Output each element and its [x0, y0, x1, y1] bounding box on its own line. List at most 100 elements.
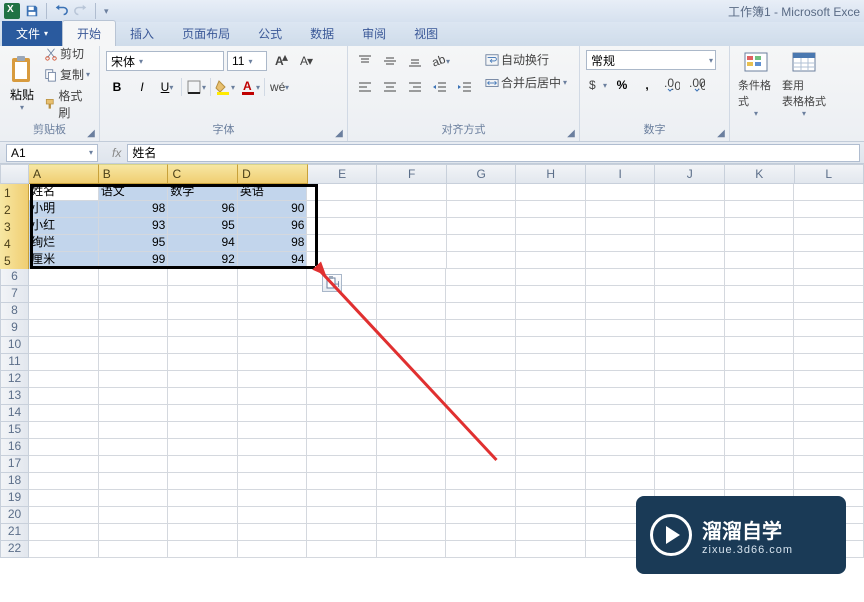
number-launcher-icon[interactable]: ◢: [715, 127, 727, 139]
cell[interactable]: [29, 269, 99, 286]
cell[interactable]: [586, 252, 656, 269]
cell[interactable]: [446, 286, 516, 303]
cell[interactable]: 92: [168, 252, 238, 269]
cell[interactable]: [29, 320, 99, 337]
cell[interactable]: [655, 456, 725, 473]
cell[interactable]: [586, 201, 656, 218]
cell[interactable]: [586, 388, 656, 405]
cell[interactable]: [99, 320, 169, 337]
cell[interactable]: [516, 507, 586, 524]
font-color-icon[interactable]: A▾: [239, 76, 261, 98]
cell[interactable]: [307, 524, 377, 541]
cell[interactable]: [238, 524, 308, 541]
cell[interactable]: [516, 456, 586, 473]
cell[interactable]: [586, 184, 656, 201]
dec-decimal-icon[interactable]: .00.0: [686, 74, 708, 96]
row-header[interactable]: 8: [0, 303, 29, 320]
cell[interactable]: [655, 473, 725, 490]
cell[interactable]: [307, 235, 377, 252]
cell[interactable]: [655, 337, 725, 354]
cell[interactable]: [447, 184, 517, 201]
paste-button[interactable]: 粘贴 ▾: [6, 54, 38, 112]
align-left-icon[interactable]: [354, 76, 376, 98]
row-header[interactable]: 21: [0, 524, 29, 541]
border-icon[interactable]: ▾: [185, 76, 207, 98]
cell[interactable]: 绚烂: [29, 235, 99, 252]
cell[interactable]: [168, 320, 238, 337]
cell[interactable]: [99, 541, 169, 558]
cell[interactable]: [725, 405, 795, 422]
underline-icon[interactable]: U▾: [156, 76, 178, 98]
tab-layout[interactable]: 页面布局: [168, 21, 244, 46]
cell[interactable]: [446, 456, 516, 473]
cell[interactable]: [725, 235, 795, 252]
cell[interactable]: [586, 354, 656, 371]
row-header[interactable]: 14: [0, 405, 29, 422]
cell[interactable]: [447, 201, 517, 218]
align-bottom-icon[interactable]: [404, 50, 426, 72]
cell[interactable]: [307, 337, 377, 354]
cell[interactable]: [99, 337, 169, 354]
cell[interactable]: [238, 422, 308, 439]
indent-dec-icon[interactable]: [429, 76, 451, 98]
row-header[interactable]: 11: [0, 354, 29, 371]
cell[interactable]: [725, 303, 795, 320]
col-header[interactable]: E: [308, 164, 378, 184]
cell[interactable]: [377, 303, 447, 320]
select-all-corner[interactable]: [0, 164, 29, 184]
cell[interactable]: [725, 269, 795, 286]
col-header[interactable]: L: [795, 164, 864, 184]
cell[interactable]: [377, 473, 447, 490]
cell[interactable]: [99, 269, 169, 286]
cell[interactable]: [377, 269, 447, 286]
row-header[interactable]: 19: [0, 490, 29, 507]
cell[interactable]: [794, 184, 864, 201]
fx-icon[interactable]: fx: [112, 146, 121, 160]
cell[interactable]: [446, 354, 516, 371]
cell[interactable]: [794, 303, 864, 320]
cell[interactable]: [655, 320, 725, 337]
cell[interactable]: [794, 354, 864, 371]
cell[interactable]: 94: [238, 252, 308, 269]
cell[interactable]: [99, 473, 169, 490]
col-header[interactable]: I: [586, 164, 656, 184]
cell[interactable]: [516, 303, 586, 320]
cell[interactable]: [725, 371, 795, 388]
cell[interactable]: [238, 541, 308, 558]
cell[interactable]: [29, 337, 99, 354]
cell[interactable]: [655, 286, 725, 303]
cell[interactable]: [725, 388, 795, 405]
cell[interactable]: [446, 303, 516, 320]
cell[interactable]: 95: [168, 218, 238, 235]
cell[interactable]: [238, 371, 308, 388]
cell[interactable]: [168, 473, 238, 490]
cell[interactable]: [516, 439, 586, 456]
cell[interactable]: [307, 218, 377, 235]
orientation-icon[interactable]: ab▾: [429, 50, 451, 72]
number-format-select[interactable]: 常规▾: [586, 50, 716, 70]
cell[interactable]: [307, 541, 377, 558]
cell[interactable]: [168, 541, 238, 558]
cell[interactable]: [168, 524, 238, 541]
cell[interactable]: [655, 354, 725, 371]
cell[interactable]: [99, 507, 169, 524]
cell[interactable]: [794, 218, 864, 235]
cell[interactable]: [29, 303, 99, 320]
cell[interactable]: 90: [238, 201, 308, 218]
cell[interactable]: [655, 422, 725, 439]
cell[interactable]: [725, 286, 795, 303]
cell[interactable]: [725, 337, 795, 354]
col-header[interactable]: H: [516, 164, 586, 184]
cell[interactable]: [238, 286, 308, 303]
cell[interactable]: [377, 286, 447, 303]
copy-button[interactable]: 复制▾: [41, 65, 93, 84]
cell[interactable]: [725, 439, 795, 456]
col-header[interactable]: K: [725, 164, 795, 184]
cell[interactable]: [516, 541, 586, 558]
cell[interactable]: [307, 201, 377, 218]
cell[interactable]: [168, 269, 238, 286]
wrap-text-button[interactable]: 自动换行: [482, 50, 570, 69]
cell[interactable]: 99: [99, 252, 169, 269]
cell[interactable]: 厘米: [29, 252, 99, 269]
cell[interactable]: [168, 456, 238, 473]
